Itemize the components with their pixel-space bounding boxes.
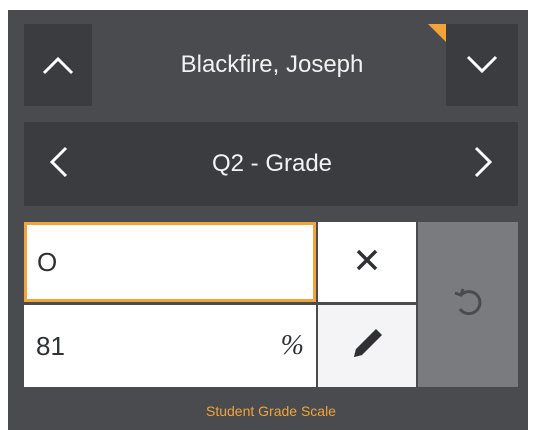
student-name: Blackfire, Joseph bbox=[180, 51, 364, 78]
chevron-left-icon bbox=[48, 145, 70, 184]
next-student-button[interactable] bbox=[428, 24, 518, 106]
undo-button[interactable] bbox=[418, 222, 518, 387]
undo-icon bbox=[451, 285, 485, 324]
period-label: Q2 - Grade bbox=[211, 150, 333, 177]
percent-symbol: % bbox=[280, 330, 304, 361]
chevron-up-icon bbox=[24, 24, 92, 106]
previous-period-button[interactable] bbox=[24, 122, 94, 206]
corner-indicator bbox=[428, 24, 446, 42]
next-period-button[interactable] bbox=[448, 122, 518, 206]
chevron-down-icon bbox=[446, 24, 518, 106]
chevron-right-icon bbox=[472, 145, 494, 184]
edit-button[interactable] bbox=[318, 305, 416, 387]
letter-grade-input[interactable]: O bbox=[24, 222, 316, 302]
grade-scale-link[interactable]: Student Grade Scale bbox=[24, 394, 518, 428]
percent-grade-field[interactable]: 81 % bbox=[24, 305, 316, 387]
clear-button[interactable] bbox=[318, 222, 416, 302]
previous-student-button[interactable] bbox=[24, 24, 92, 106]
close-icon bbox=[355, 248, 379, 277]
grade-entry-panel: Blackfire, Joseph Q2 - Grade O 81 % Stud… bbox=[8, 10, 528, 430]
percent-value: 81 bbox=[36, 330, 65, 361]
pencil-icon bbox=[346, 323, 388, 370]
